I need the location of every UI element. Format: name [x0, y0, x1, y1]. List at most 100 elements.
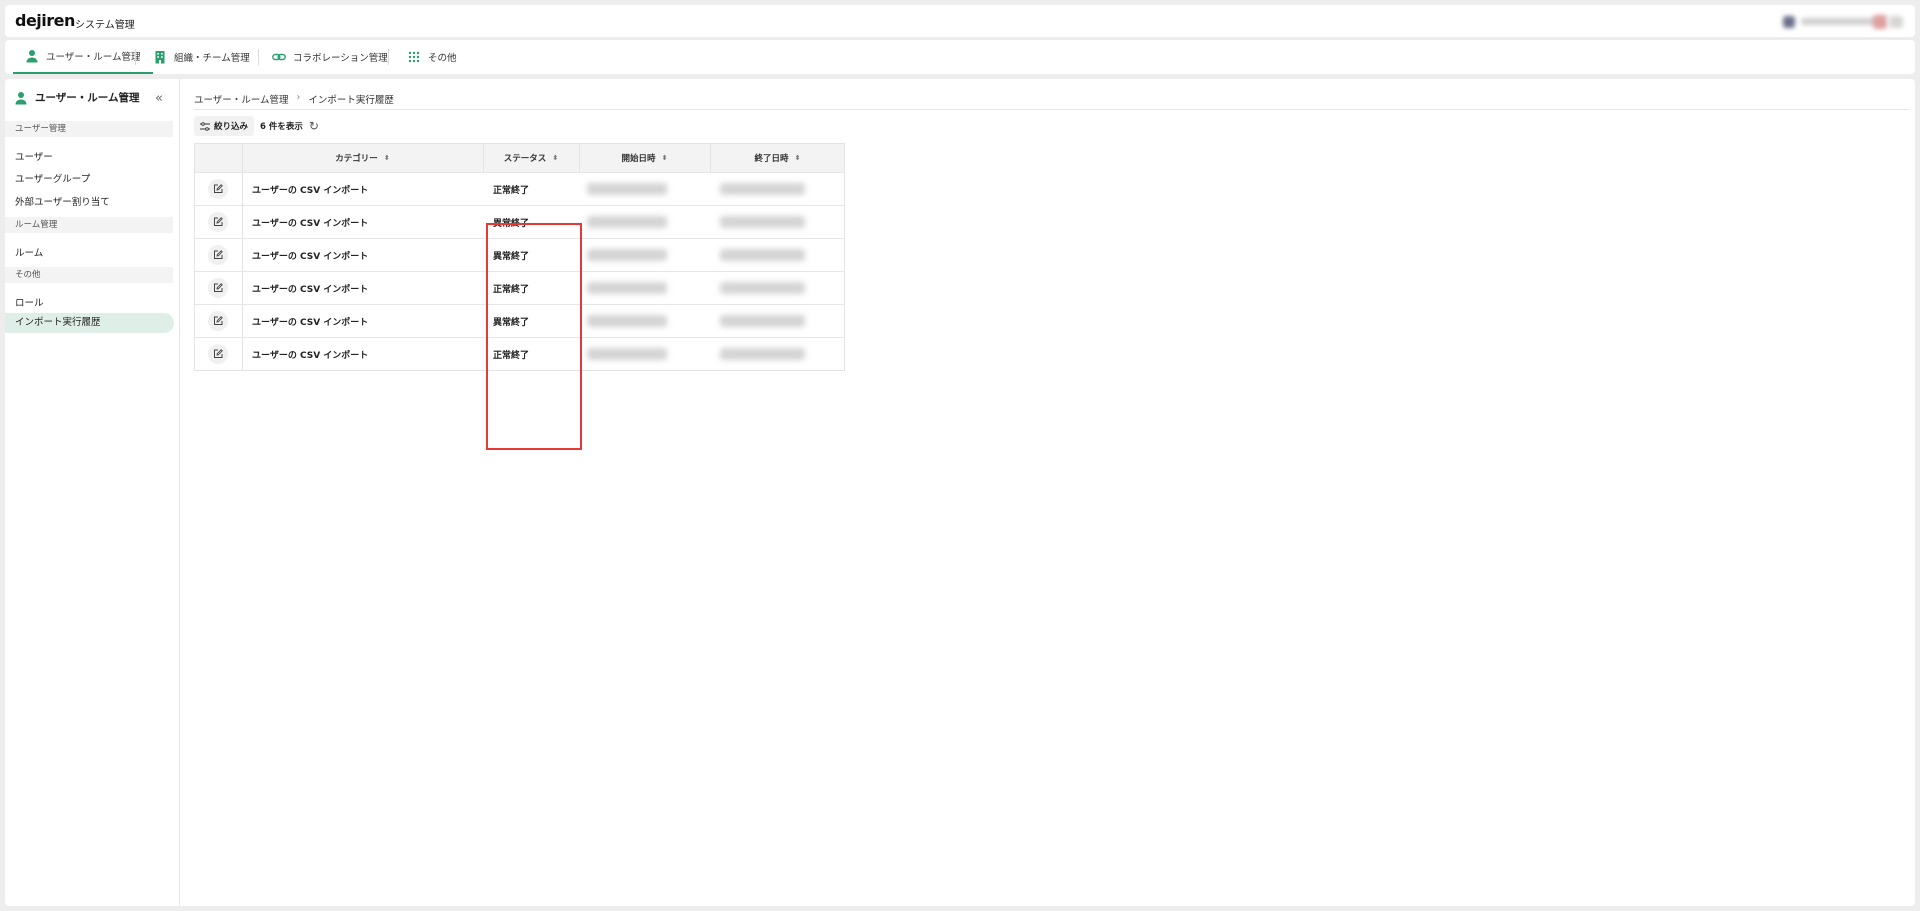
edit-icon	[214, 184, 223, 193]
table-row[interactable]: ユーザーの CSV インポート 正常終了	[195, 271, 844, 304]
cell-start-time-redacted	[579, 272, 710, 304]
cell-category: ユーザーの CSV インポート	[252, 218, 369, 229]
sidebar-item-rooms[interactable]: ルーム	[15, 245, 43, 259]
cell-start-time-redacted	[579, 239, 710, 271]
sort-icon[interactable]: ⬍	[662, 154, 668, 162]
sidebar-section-other: その他	[5, 267, 173, 283]
column-header-label: ステータス	[503, 154, 547, 164]
cell-category: ユーザーの CSV インポート	[252, 350, 369, 361]
edit-icon	[214, 316, 223, 325]
filter-button-label: 絞り込み	[214, 122, 249, 132]
import-history-table: カテゴリー ⬍ ステータス ⬍ 開始日時 ⬍ 終了日時 ⬍ ユーザーの CSV インポー…	[194, 143, 845, 371]
cell-end-time-redacted	[710, 272, 845, 304]
table-header-row: カテゴリー ⬍ ステータス ⬍ 開始日時 ⬍ 終了日時 ⬍	[195, 144, 844, 172]
cell-status: 異常終了	[493, 317, 530, 328]
sidebar-item-external-users[interactable]: 外部ユーザー割り当て	[15, 194, 110, 208]
sort-icon[interactable]: ⬍	[552, 154, 558, 162]
edit-button[interactable]	[208, 305, 230, 337]
edit-button[interactable]	[208, 206, 230, 238]
column-header-end-time[interactable]: 終了日時 ⬍	[710, 144, 845, 172]
tab-other[interactable]: その他	[395, 40, 469, 74]
edit-button[interactable]	[208, 272, 230, 304]
person-icon	[15, 91, 27, 104]
avatar[interactable]	[1783, 16, 1795, 28]
nav-divider	[258, 49, 259, 65]
column-header-start-time[interactable]: 開始日時 ⬍	[579, 144, 710, 172]
column-header-status[interactable]: ステータス ⬍	[483, 144, 579, 172]
column-header-label: 終了日時	[754, 154, 789, 164]
sidebar-item-roles[interactable]: ロール	[15, 295, 44, 309]
tab-other-label: その他	[428, 53, 457, 64]
person-icon	[26, 50, 38, 63]
app-logo[interactable]: dejiren	[15, 11, 75, 30]
sidebar-title: ユーザー・ルーム管理	[15, 90, 139, 105]
tab-collaboration-label: コラボレーション管理	[293, 53, 388, 64]
menu-redacted[interactable]	[1889, 16, 1903, 28]
cell-start-time-redacted	[579, 173, 710, 205]
cell-status: 正常終了	[493, 185, 530, 196]
table-row[interactable]: ユーザーの CSV インポート 異常終了	[195, 205, 844, 238]
edit-button[interactable]	[208, 338, 230, 370]
tab-user-room[interactable]: ユーザー・ルーム管理	[13, 40, 153, 74]
filter-button[interactable]: 絞り込み	[194, 116, 255, 136]
edit-button[interactable]	[208, 173, 230, 205]
toolbar: 絞り込み 6 件を表示 ↻	[194, 116, 319, 136]
column-header-category[interactable]: カテゴリー ⬍	[242, 144, 483, 172]
column-header-label: カテゴリー	[335, 154, 378, 164]
refresh-icon[interactable]: ↻	[309, 119, 319, 133]
cell-status: 正常終了	[493, 284, 530, 295]
sidebar-item-user-groups[interactable]: ユーザーグループ	[15, 171, 90, 185]
grid-icon	[408, 51, 420, 63]
table-row[interactable]: ユーザーの CSV インポート 異常終了	[195, 304, 844, 337]
sidebar-section-room: ルーム管理	[5, 217, 173, 233]
cell-end-time-redacted	[710, 338, 845, 370]
tab-organization-label: 組織・チーム管理	[174, 53, 250, 64]
table-row[interactable]: ユーザーの CSV インポート 正常終了	[195, 337, 844, 370]
user-menu[interactable]	[1703, 13, 1903, 29]
divider	[194, 109, 1909, 110]
table-row[interactable]: ユーザーの CSV インポート 正常終了	[195, 172, 844, 205]
edit-icon	[214, 217, 223, 226]
filter-sliders-icon	[200, 121, 210, 131]
cell-end-time-redacted	[710, 206, 845, 238]
tab-user-room-label: ユーザー・ルーム管理	[46, 52, 141, 63]
cell-category: ユーザーの CSV インポート	[252, 185, 369, 196]
user-badge[interactable]	[1873, 15, 1887, 29]
edit-button[interactable]	[208, 239, 230, 271]
breadcrumb-separator: ›	[296, 92, 301, 103]
sidebar-section-user: ユーザー管理	[5, 121, 173, 137]
cell-category: ユーザーの CSV インポート	[252, 284, 369, 295]
double-chevron-left-icon[interactable]: «	[155, 91, 163, 106]
cell-category: ユーザーの CSV インポート	[252, 251, 369, 262]
cell-status: 異常終了	[493, 218, 530, 229]
breadcrumb: ユーザー・ルーム管理 › インポート実行履歴	[194, 92, 394, 106]
cell-start-time-redacted	[579, 338, 710, 370]
sort-icon[interactable]: ⬍	[384, 154, 390, 162]
sidebar-item-users[interactable]: ユーザー	[15, 149, 53, 163]
tab-organization[interactable]: 組織・チーム管理	[141, 40, 262, 74]
sidebar-item-import-history[interactable]: インポート実行履歴	[5, 313, 174, 333]
app-header: dejiren システム管理	[5, 5, 1915, 37]
cell-category: ユーザーの CSV インポート	[252, 317, 369, 328]
edit-icon	[214, 349, 223, 358]
main-panel: ユーザー・ルーム管理 « ユーザー管理 ユーザー ユーザーグループ 外部ユーザー…	[5, 79, 1915, 906]
cell-start-time-redacted	[579, 206, 710, 238]
cell-status: 正常終了	[493, 350, 530, 361]
breadcrumb-item-user-room[interactable]: ユーザー・ルーム管理	[194, 92, 289, 106]
cell-start-time-redacted	[579, 305, 710, 337]
cell-end-time-redacted	[710, 173, 845, 205]
column-header-label: 開始日時	[621, 154, 656, 164]
building-icon	[155, 51, 165, 64]
tab-collaboration[interactable]: コラボレーション管理	[260, 40, 400, 74]
sort-icon[interactable]: ⬍	[795, 154, 801, 162]
cell-end-time-redacted	[710, 305, 845, 337]
top-navigation: ユーザー・ルーム管理 組織・チーム管理 コラボレーション管理 その他	[5, 40, 1915, 74]
link-icon	[272, 53, 286, 61]
cell-status: 異常終了	[493, 251, 530, 262]
table-body: ユーザーの CSV インポート 正常終了 ユーザーの CSV インポート 異常終…	[195, 172, 844, 370]
cell-end-time-redacted	[710, 239, 845, 271]
nav-divider	[388, 49, 389, 65]
nav-divider	[135, 49, 136, 65]
edit-icon	[214, 250, 223, 259]
table-row[interactable]: ユーザーの CSV インポート 異常終了	[195, 238, 844, 271]
